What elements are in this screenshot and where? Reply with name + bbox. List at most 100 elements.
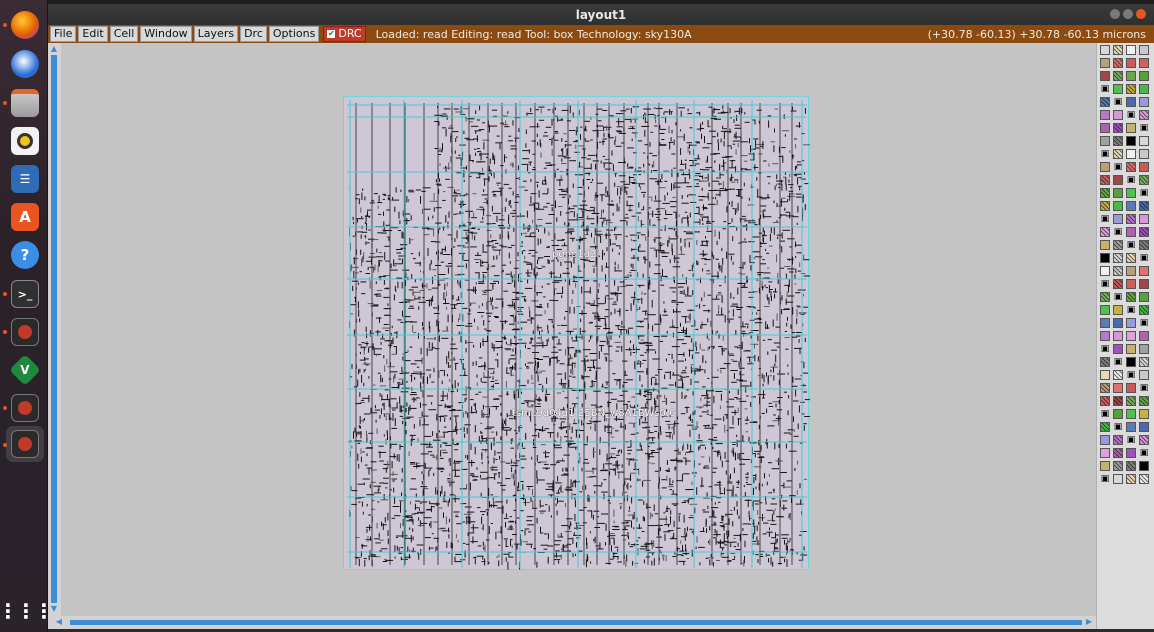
menu-layers[interactable]: Layers: [193, 26, 239, 42]
layer-swatch[interactable]: [1126, 214, 1136, 224]
layer-swatch[interactable]: [1100, 396, 1110, 406]
dock-vim[interactable]: V: [9, 354, 41, 386]
scroll-up-arrow-icon[interactable]: ▲: [49, 44, 59, 54]
window-titlebar[interactable]: layout1: [48, 4, 1154, 26]
layer-swatch[interactable]: [1139, 214, 1149, 224]
lock-icon[interactable]: ▣: [1139, 123, 1149, 133]
layer-swatch[interactable]: [1139, 305, 1149, 315]
menu-window[interactable]: Window: [140, 26, 192, 42]
layer-swatch[interactable]: [1126, 292, 1136, 302]
layer-swatch[interactable]: [1139, 97, 1149, 107]
lock-icon[interactable]: ▣: [1126, 110, 1136, 120]
layer-swatch[interactable]: [1100, 162, 1110, 172]
layer-swatch[interactable]: [1126, 188, 1136, 198]
layer-swatch[interactable]: [1100, 448, 1110, 458]
layer-swatch[interactable]: [1126, 461, 1136, 471]
layer-swatch[interactable]: [1126, 448, 1136, 458]
menu-drc[interactable]: Drc: [240, 26, 267, 42]
layer-swatch[interactable]: [1100, 370, 1110, 380]
layer-swatch[interactable]: [1100, 71, 1110, 81]
layer-swatch[interactable]: [1126, 136, 1136, 146]
drc-toggle[interactable]: ✔ DRC: [323, 26, 366, 42]
layer-swatch[interactable]: [1100, 175, 1110, 185]
layer-swatch[interactable]: [1139, 422, 1149, 432]
layer-swatch[interactable]: [1100, 461, 1110, 471]
layer-swatch[interactable]: [1139, 266, 1149, 276]
dock-rhythmbox[interactable]: [10, 126, 40, 156]
lock-icon[interactable]: ▣: [1113, 357, 1123, 367]
layer-swatch[interactable]: [1139, 110, 1149, 120]
layer-swatch[interactable]: [1126, 149, 1136, 159]
layer-swatch[interactable]: [1113, 110, 1123, 120]
layer-swatch[interactable]: [1100, 136, 1110, 146]
layer-swatch[interactable]: [1126, 123, 1136, 133]
layer-swatch[interactable]: [1126, 162, 1136, 172]
layer-swatch[interactable]: [1139, 292, 1149, 302]
layer-swatch[interactable]: [1113, 175, 1123, 185]
layer-swatch[interactable]: [1113, 305, 1123, 315]
layer-swatch[interactable]: [1113, 344, 1123, 354]
lock-icon[interactable]: ▣: [1139, 448, 1149, 458]
layer-swatch[interactable]: [1126, 97, 1136, 107]
layer-swatch[interactable]: [1100, 123, 1110, 133]
lock-icon[interactable]: ▣: [1139, 383, 1149, 393]
dock-terminal[interactable]: >_: [10, 279, 40, 309]
layer-swatch[interactable]: [1139, 175, 1149, 185]
layer-swatch[interactable]: [1100, 266, 1110, 276]
dock-thunderbird[interactable]: [10, 49, 40, 79]
vertical-scroll-thumb[interactable]: [51, 55, 57, 603]
lock-icon[interactable]: ▣: [1139, 253, 1149, 263]
lock-icon[interactable]: ▣: [1126, 240, 1136, 250]
layer-swatch[interactable]: [1139, 461, 1149, 471]
layer-swatch[interactable]: [1139, 331, 1149, 341]
layer-swatch[interactable]: [1139, 149, 1149, 159]
layer-swatch[interactable]: [1100, 45, 1110, 55]
layer-swatch[interactable]: [1126, 396, 1136, 406]
minimize-button[interactable]: [1110, 9, 1120, 19]
maximize-button[interactable]: [1123, 9, 1133, 19]
layer-swatch[interactable]: [1126, 279, 1136, 289]
layer-swatch[interactable]: [1100, 422, 1110, 432]
layer-swatch[interactable]: [1139, 474, 1149, 484]
layer-swatch[interactable]: [1113, 409, 1123, 419]
layer-swatch[interactable]: [1113, 474, 1123, 484]
lock-icon[interactable]: ▣: [1126, 370, 1136, 380]
lock-icon[interactable]: ▣: [1113, 227, 1123, 237]
close-button[interactable]: [1136, 9, 1146, 19]
layer-swatch[interactable]: [1113, 240, 1123, 250]
layer-swatch[interactable]: [1113, 383, 1123, 393]
layer-swatch[interactable]: [1113, 188, 1123, 198]
layer-swatch[interactable]: [1113, 331, 1123, 341]
layer-swatch[interactable]: [1126, 409, 1136, 419]
layer-swatch[interactable]: [1113, 253, 1123, 263]
layer-swatch[interactable]: [1113, 214, 1123, 224]
layer-swatch[interactable]: [1113, 279, 1123, 289]
layer-swatch[interactable]: [1100, 357, 1110, 367]
dock-app-red-1[interactable]: [10, 317, 40, 347]
layer-swatch[interactable]: [1113, 45, 1123, 55]
show-applications-button[interactable]: ⋮⋮⋮: [0, 596, 54, 626]
menu-options[interactable]: Options: [268, 26, 320, 42]
lock-icon[interactable]: ▣: [1126, 175, 1136, 185]
layer-swatch[interactable]: [1126, 331, 1136, 341]
layer-swatch[interactable]: [1100, 110, 1110, 120]
dock-app-red-3[interactable]: [6, 426, 44, 462]
layer-swatch[interactable]: [1113, 370, 1123, 380]
layer-swatch[interactable]: [1100, 58, 1110, 68]
layer-swatch[interactable]: [1100, 227, 1110, 237]
horizontal-scroll-thumb[interactable]: [70, 620, 1082, 625]
layer-swatch[interactable]: [1100, 253, 1110, 263]
layer-swatch[interactable]: [1139, 227, 1149, 237]
layer-swatch[interactable]: [1139, 435, 1149, 445]
layer-swatch[interactable]: [1126, 71, 1136, 81]
lock-icon[interactable]: ▣: [1113, 97, 1123, 107]
scroll-right-arrow-icon[interactable]: ▶: [1084, 617, 1094, 627]
layer-swatch[interactable]: [1113, 435, 1123, 445]
layer-swatch[interactable]: [1100, 383, 1110, 393]
layer-swatch[interactable]: [1100, 435, 1110, 445]
scroll-left-arrow-icon[interactable]: ◀: [54, 617, 64, 627]
lock-icon[interactable]: ▣: [1139, 188, 1149, 198]
layer-swatch[interactable]: [1139, 201, 1149, 211]
layer-swatch[interactable]: [1139, 344, 1149, 354]
lock-icon[interactable]: ▣: [1126, 435, 1136, 445]
